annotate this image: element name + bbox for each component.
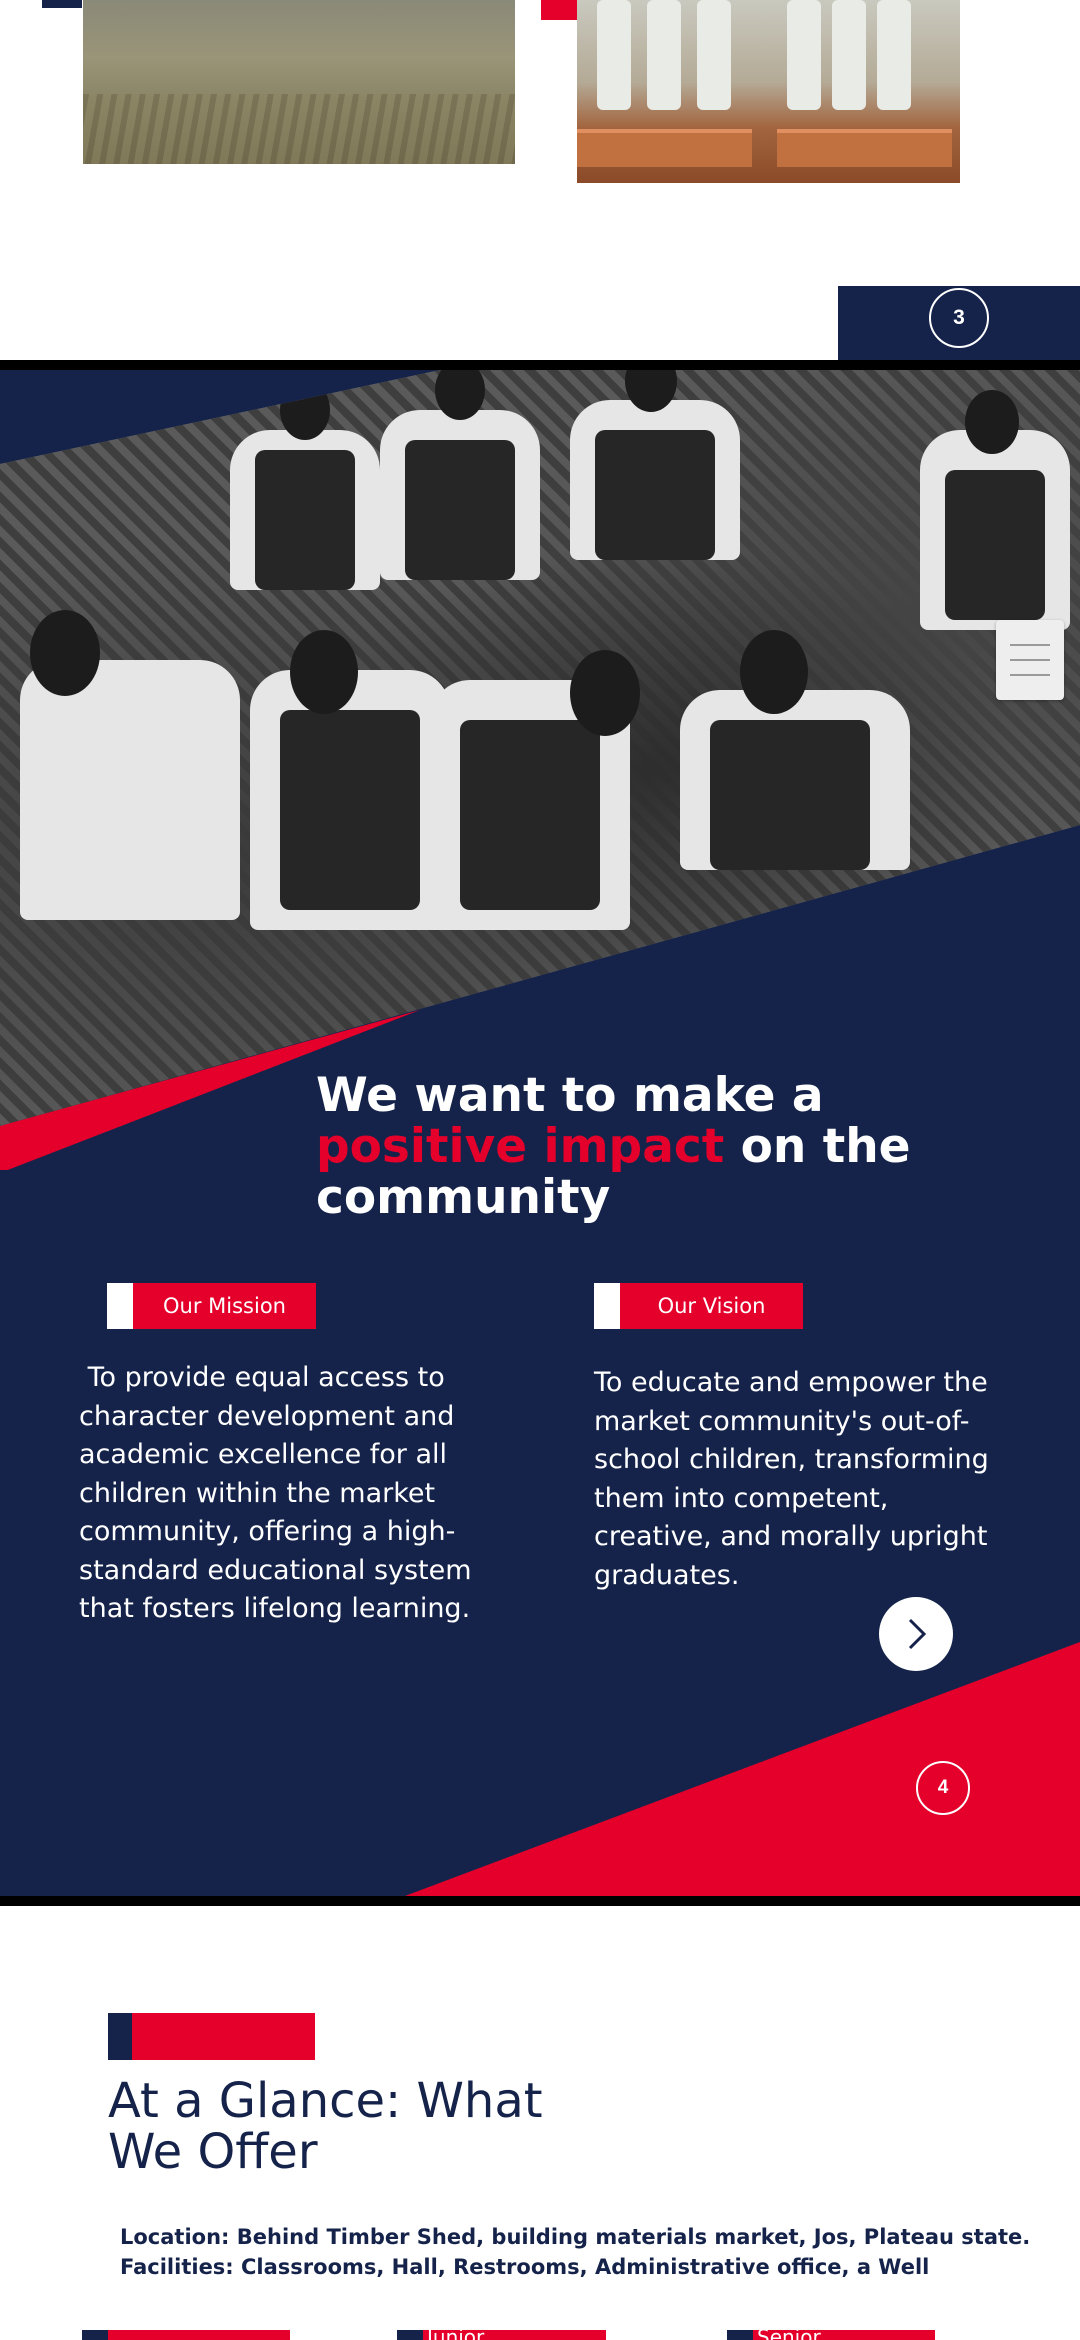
facilities-text: Facilities: Classrooms, Hall, Restrooms,… xyxy=(120,2255,930,2279)
headline-line-3: community xyxy=(316,1170,611,1225)
slide-number-badge: 4 xyxy=(916,1761,970,1815)
chevron-right-icon xyxy=(908,1618,927,1650)
mission-text: To provide equal access to character dev… xyxy=(79,1362,472,1624)
location-text: Location: Behind Timber Shed, building m… xyxy=(120,2225,1031,2249)
section-title-line-2: We Offer xyxy=(108,2124,318,2180)
offer-card-label: Senior xyxy=(753,2330,935,2340)
section-title-line-1: At a Glance: What xyxy=(108,2073,543,2129)
vision-label: Our Vision xyxy=(620,1283,803,1329)
headline-highlight: positive impact xyxy=(316,1119,725,1174)
section-divider xyxy=(0,1896,1080,1906)
slide-number-badge: 3 xyxy=(929,288,989,348)
offer-card-header: Junior xyxy=(397,2330,606,2340)
offer-card-header: Senior xyxy=(727,2330,935,2340)
mission-tag: Our Mission xyxy=(107,1283,316,1329)
section-accent-bar xyxy=(108,2013,315,2060)
section-title: At a Glance: What We Offer xyxy=(108,2076,708,2178)
slide-number-tab: 3 xyxy=(838,286,1080,360)
vision-text: To educate and empower the market commun… xyxy=(594,1367,989,1591)
offer-card-label: Junior xyxy=(423,2330,606,2340)
school-info: Location: Behind Timber Shed, building m… xyxy=(120,2222,1060,2282)
offer-card-label xyxy=(108,2330,290,2340)
mission-label: Our Mission xyxy=(133,1283,316,1329)
next-slide-button[interactable] xyxy=(879,1597,953,1671)
slide-accent-navy xyxy=(42,0,82,8)
slide-headline: We want to make a positive impact on the… xyxy=(316,1070,1036,1223)
headline-line-2: positive impact on the xyxy=(316,1121,1036,1172)
section-divider xyxy=(0,360,1080,370)
students-group-photo xyxy=(0,370,1080,1126)
headline-line-1: We want to make a xyxy=(316,1068,824,1123)
hamburger-menu-icon[interactable] xyxy=(996,620,1064,700)
students-classroom-photo xyxy=(577,0,960,183)
mission-slide: We want to make a positive impact on the… xyxy=(0,370,1080,1896)
vision-tag: Our Vision xyxy=(594,1283,803,1329)
offer-card-header xyxy=(82,2330,290,2340)
slide-accent-red xyxy=(541,0,577,20)
headline-rest: on the xyxy=(724,1119,911,1174)
school-grounds-photo xyxy=(83,0,515,164)
